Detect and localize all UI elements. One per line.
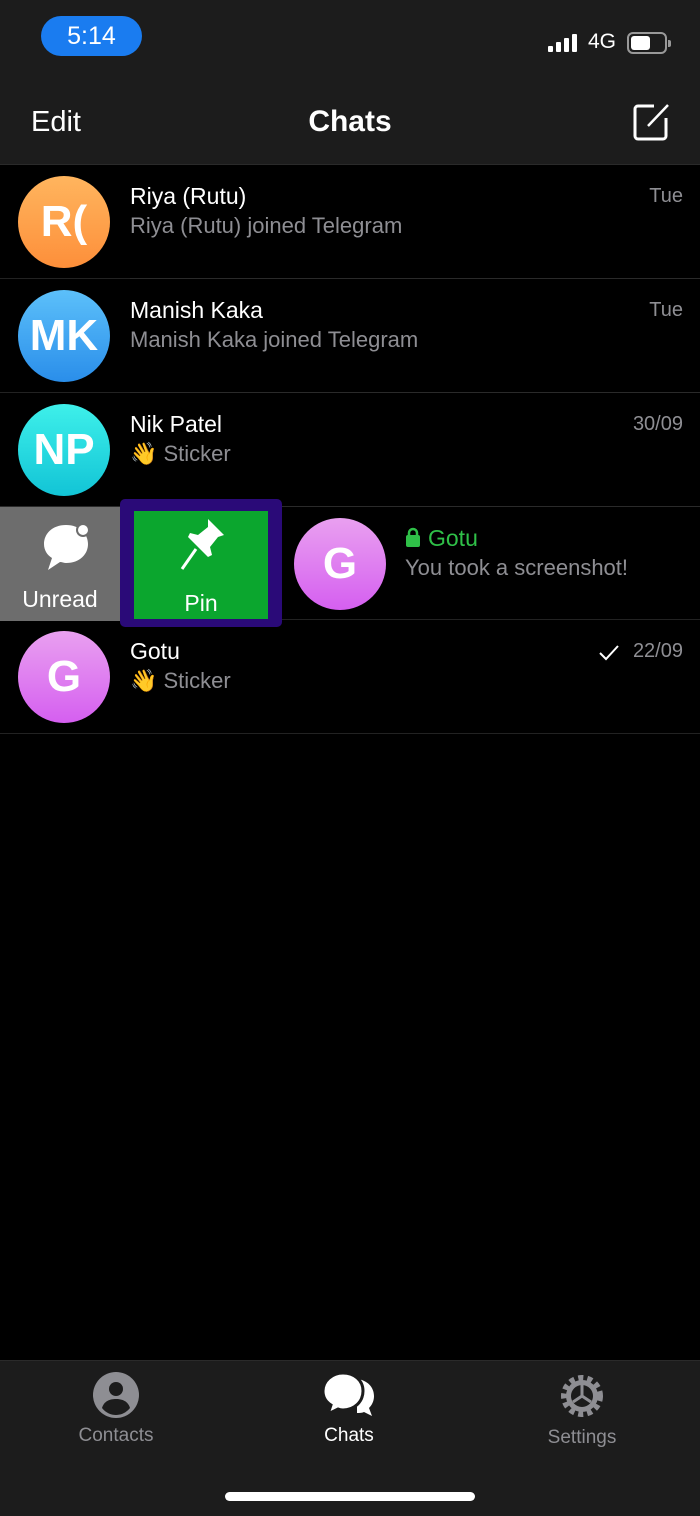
chat-message: 👋 Sticker <box>130 441 231 466</box>
tab-label: Contacts <box>78 1425 154 1446</box>
chat-row-swiped[interactable]: Unread Pin G Gotu You took a screenshot! <box>0 499 700 627</box>
compose-icon[interactable] <box>632 102 672 142</box>
network-type: 4G <box>588 30 617 53</box>
chat-message: Riya (Rutu) joined Telegram <box>130 213 403 238</box>
contacts-icon <box>93 1372 139 1418</box>
battery-icon <box>627 32 671 54</box>
chat-date: Tue <box>649 299 683 321</box>
chat-name: Gotu <box>428 525 478 551</box>
unread-label: Unread <box>22 586 98 612</box>
avatar: MK <box>18 290 110 382</box>
tab-settings[interactable]: Settings <box>502 1371 662 1449</box>
chat-row[interactable]: NP Nik Patel 👋 Sticker 30/09 <box>0 393 700 507</box>
tab-chats[interactable]: Chats <box>269 1371 429 1447</box>
status-time: 5:14 <box>41 16 142 56</box>
lock-icon <box>406 527 420 547</box>
home-indicator[interactable] <box>225 1492 475 1501</box>
chat-message: 👋 Sticker <box>130 668 231 693</box>
chat-row[interactable]: G Gotu 👋 Sticker 22/09 <box>0 620 700 734</box>
pin-button[interactable]: Pin <box>134 511 268 619</box>
top-bar: 5:14 4G Edit Chats <box>0 0 700 165</box>
tab-label: Settings <box>547 1427 617 1448</box>
avatar: NP <box>18 404 110 496</box>
chat-name: Manish Kaka <box>130 297 263 323</box>
pin-button-highlight[interactable]: Pin <box>120 499 282 627</box>
avatar: G <box>18 631 110 723</box>
chats-icon <box>321 1371 374 1417</box>
pin-icon <box>180 519 224 570</box>
chat-message: You took a screenshot! <box>405 555 629 580</box>
chat-message: Manish Kaka joined Telegram <box>130 327 419 352</box>
read-check-icon <box>599 645 619 661</box>
tab-contacts[interactable]: Contacts <box>36 1371 196 1447</box>
signal-icon <box>548 34 577 52</box>
chat-date: Tue <box>649 185 683 207</box>
unread-bubble-icon <box>44 523 90 570</box>
page-title: Chats <box>308 105 392 138</box>
pin-label: Pin <box>184 590 218 616</box>
avatar: G <box>294 518 386 610</box>
settings-icon <box>561 1375 603 1417</box>
chat-row[interactable]: MK Manish Kaka Manish Kaka joined Telegr… <box>0 279 700 393</box>
chat-row[interactable]: R( Riya (Rutu) Riya (Rutu) joined Telegr… <box>0 165 700 279</box>
chat-name: Riya (Rutu) <box>130 183 247 209</box>
chat-name: Nik Patel <box>130 411 223 437</box>
chat-date: 22/09 <box>632 640 683 662</box>
tab-label: Chats <box>324 1425 374 1446</box>
mark-unread-button[interactable]: Unread <box>0 507 120 621</box>
chat-name: Gotu <box>130 638 180 664</box>
chat-date: 30/09 <box>632 413 683 435</box>
avatar: R( <box>18 176 110 268</box>
